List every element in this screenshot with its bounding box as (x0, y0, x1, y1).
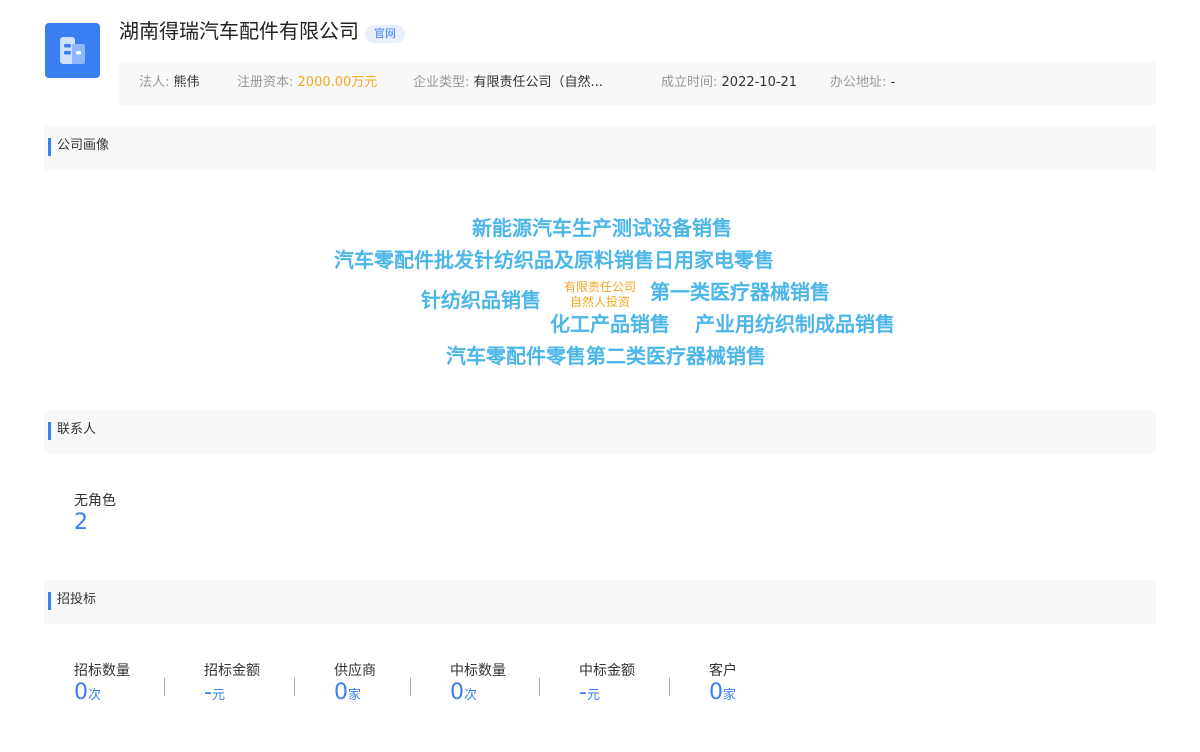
section-accent-bar (48, 592, 51, 610)
stat-unit: 家 (348, 688, 362, 703)
company-type-tag-line2: 自然人投资 (569, 295, 630, 309)
company-type-label: 企业类型: (413, 75, 470, 90)
contact-role-label: 无角色 (74, 493, 116, 509)
stat-unit: 元 (586, 688, 600, 703)
win-count-stat[interactable]: 中标数量 0次 (450, 662, 506, 709)
founded-value: 2022-10-21 (721, 75, 798, 90)
contact-role-stat[interactable]: 无角色 2 (74, 492, 116, 536)
stat-label: 供应商 (334, 663, 376, 679)
stat-label: 客户 (709, 663, 737, 679)
address-item: 办公地址: - (830, 62, 895, 103)
capital-label: 注册资本: (237, 75, 294, 90)
customer-stat[interactable]: 客户 0家 (709, 662, 737, 709)
bidding-section-header: 招投标 (44, 580, 1156, 624)
stat-value: - (579, 680, 587, 705)
win-amount-stat[interactable]: 中标金额 -元 (579, 662, 635, 709)
bid-count-stat[interactable]: 招标数量 0次 (74, 662, 130, 709)
word-cloud-item: 第一类医疗器械销售 (650, 280, 830, 304)
stat-value: 0 (74, 680, 88, 705)
contacts-section-header: 联系人 (44, 410, 1156, 454)
company-type-value: 有限责任公司（自然... (473, 75, 603, 90)
stat-divider (669, 678, 670, 696)
stat-label: 中标金额 (579, 663, 635, 679)
capital-item: 注册资本: 2000.00万元 (237, 62, 377, 103)
building-icon (60, 37, 85, 64)
stat-divider (294, 678, 295, 696)
address-label: 办公地址: (830, 75, 887, 90)
company-info-bar: 法人: 熊伟 注册资本: 2000.00万元 企业类型: 有限责任公司（自然..… (119, 62, 1156, 105)
company-type-item: 企业类型: 有限责任公司（自然... (413, 62, 603, 103)
portrait-section-header: 公司画像 (44, 126, 1156, 170)
contacts-section-title: 联系人 (57, 422, 97, 437)
founded-item: 成立时间: 2022-10-21 (661, 62, 797, 103)
address-value: - (890, 75, 896, 90)
legal-rep-item: 法人: 熊伟 (139, 62, 200, 103)
stat-label: 招标数量 (74, 663, 130, 679)
contact-role-count[interactable]: 2 (74, 510, 116, 536)
stat-divider (539, 678, 540, 696)
word-cloud-item: 产业用纺织制成品销售 (695, 312, 895, 336)
stat-value: 0 (709, 680, 723, 705)
word-cloud-item: 汽车零配件批发针纺织品及原料销售日用家电零售 (334, 248, 774, 272)
stat-value: - (204, 680, 212, 705)
stat-label: 招标金额 (204, 663, 260, 679)
stat-label: 中标数量 (450, 663, 506, 679)
official-website-tag[interactable]: 官网 (365, 25, 405, 43)
bidding-section-title: 招投标 (57, 592, 97, 607)
word-cloud-item: 新能源汽车生产测试设备销售 (472, 216, 732, 240)
section-accent-bar (48, 422, 51, 440)
bid-amount-stat[interactable]: 招标金额 -元 (204, 662, 260, 709)
stat-divider (410, 678, 411, 696)
word-cloud-item: 汽车零配件零售第二类医疗器械销售 (446, 344, 766, 368)
section-accent-bar (48, 138, 51, 156)
stat-value: 0 (334, 680, 348, 705)
word-cloud-item: 化工产品销售 (550, 312, 670, 336)
company-logo (45, 23, 100, 78)
word-cloud-item: 针纺织品销售 (421, 288, 541, 312)
legal-rep-label: 法人: (139, 75, 170, 90)
capital-value: 2000.00万元 (297, 75, 378, 90)
stat-unit: 元 (211, 688, 225, 703)
company-type-tag-line1: 有限责任公司 (563, 280, 636, 294)
founded-label: 成立时间: (661, 75, 718, 90)
stat-unit: 家 (723, 688, 737, 703)
legal-rep-value[interactable]: 熊伟 (174, 75, 200, 90)
stat-unit: 次 (464, 688, 478, 703)
stat-value: 0 (450, 680, 464, 705)
portrait-section-title: 公司画像 (57, 138, 110, 153)
company-name: 湖南得瑞汽车配件有限公司 (119, 19, 359, 43)
stat-unit: 次 (88, 688, 102, 703)
stat-divider (164, 678, 165, 696)
supplier-stat[interactable]: 供应商 0家 (334, 662, 376, 709)
